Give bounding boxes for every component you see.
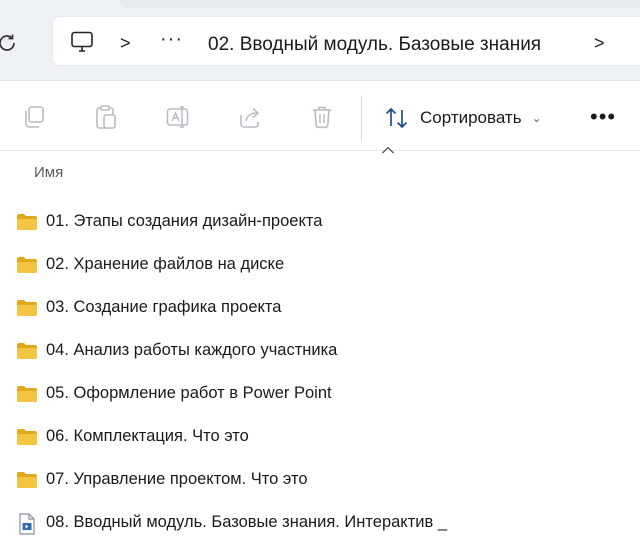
list-item-label: 02. Хранение файлов на диске — [46, 255, 285, 273]
column-header-name[interactable]: Имя — [34, 164, 63, 181]
rename-icon[interactable] — [166, 104, 190, 130]
more-options-button[interactable]: ••• — [590, 104, 616, 130]
list-item-label: 04. Анализ работы каждого участника — [46, 341, 338, 359]
list-item[interactable]: 04. Анализ работы каждого участника — [0, 330, 640, 372]
folder-icon — [16, 341, 38, 361]
list-item[interactable]: 05. Оформление работ в Power Point — [0, 373, 640, 415]
list-item-label: 03. Создание графика проекта — [46, 298, 282, 316]
list-item[interactable]: 07. Управление проектом. Что это — [0, 459, 640, 501]
folder-icon — [16, 255, 38, 275]
folder-icon — [16, 470, 38, 490]
breadcrumb-overflow-button[interactable]: ··· — [160, 28, 183, 51]
toolbar-divider — [361, 95, 362, 141]
folder-icon — [16, 427, 38, 447]
breadcrumb-end-chevron-icon[interactable]: > — [594, 33, 605, 54]
paste-icon[interactable] — [94, 104, 118, 130]
computer-icon[interactable] — [70, 31, 94, 53]
refresh-icon[interactable] — [0, 30, 20, 56]
folder-icon — [16, 212, 38, 232]
list-item-label: 05. Оформление работ в Power Point — [46, 384, 332, 402]
folder-icon — [16, 384, 38, 404]
share-icon[interactable] — [238, 104, 262, 130]
list-item[interactable]: 02. Хранение файлов на диске — [0, 244, 640, 286]
sort-button[interactable]: Сортировать ⌄ — [384, 104, 542, 132]
sort-icon — [385, 107, 408, 129]
breadcrumb-chevron-icon[interactable]: > — [120, 33, 131, 54]
folder-icon — [16, 298, 38, 318]
sort-button-label: Сортировать — [420, 108, 522, 127]
list-item[interactable]: 06. Комплектация. Что это — [0, 416, 640, 458]
list-item-label: 06. Комплектация. Что это — [46, 427, 249, 445]
copy-icon[interactable] — [22, 104, 46, 130]
delete-icon[interactable] — [310, 104, 334, 130]
sort-ascending-icon — [382, 146, 394, 154]
list-item-label: 01. Этапы создания дизайн-проекта — [46, 212, 323, 230]
title-strip — [120, 0, 640, 8]
list-item[interactable]: 03. Создание графика проекта — [0, 287, 640, 329]
list-item-label: 07. Управление проектом. Что это — [46, 470, 308, 488]
toolbar-bottom-border — [0, 150, 640, 151]
interactive-file-icon — [16, 513, 38, 535]
list-item-label: 08. Вводный модуль. Базовые знания. Инте… — [46, 513, 448, 531]
breadcrumb-current-folder[interactable]: 02. Вводный модуль. Базовые знания — [208, 34, 541, 56]
list-item[interactable]: 08. Вводный модуль. Базовые знания. Инте… — [0, 502, 640, 544]
chevron-down-icon: ⌄ — [531, 111, 542, 125]
list-item[interactable]: 01. Этапы создания дизайн-проекта — [0, 201, 640, 243]
